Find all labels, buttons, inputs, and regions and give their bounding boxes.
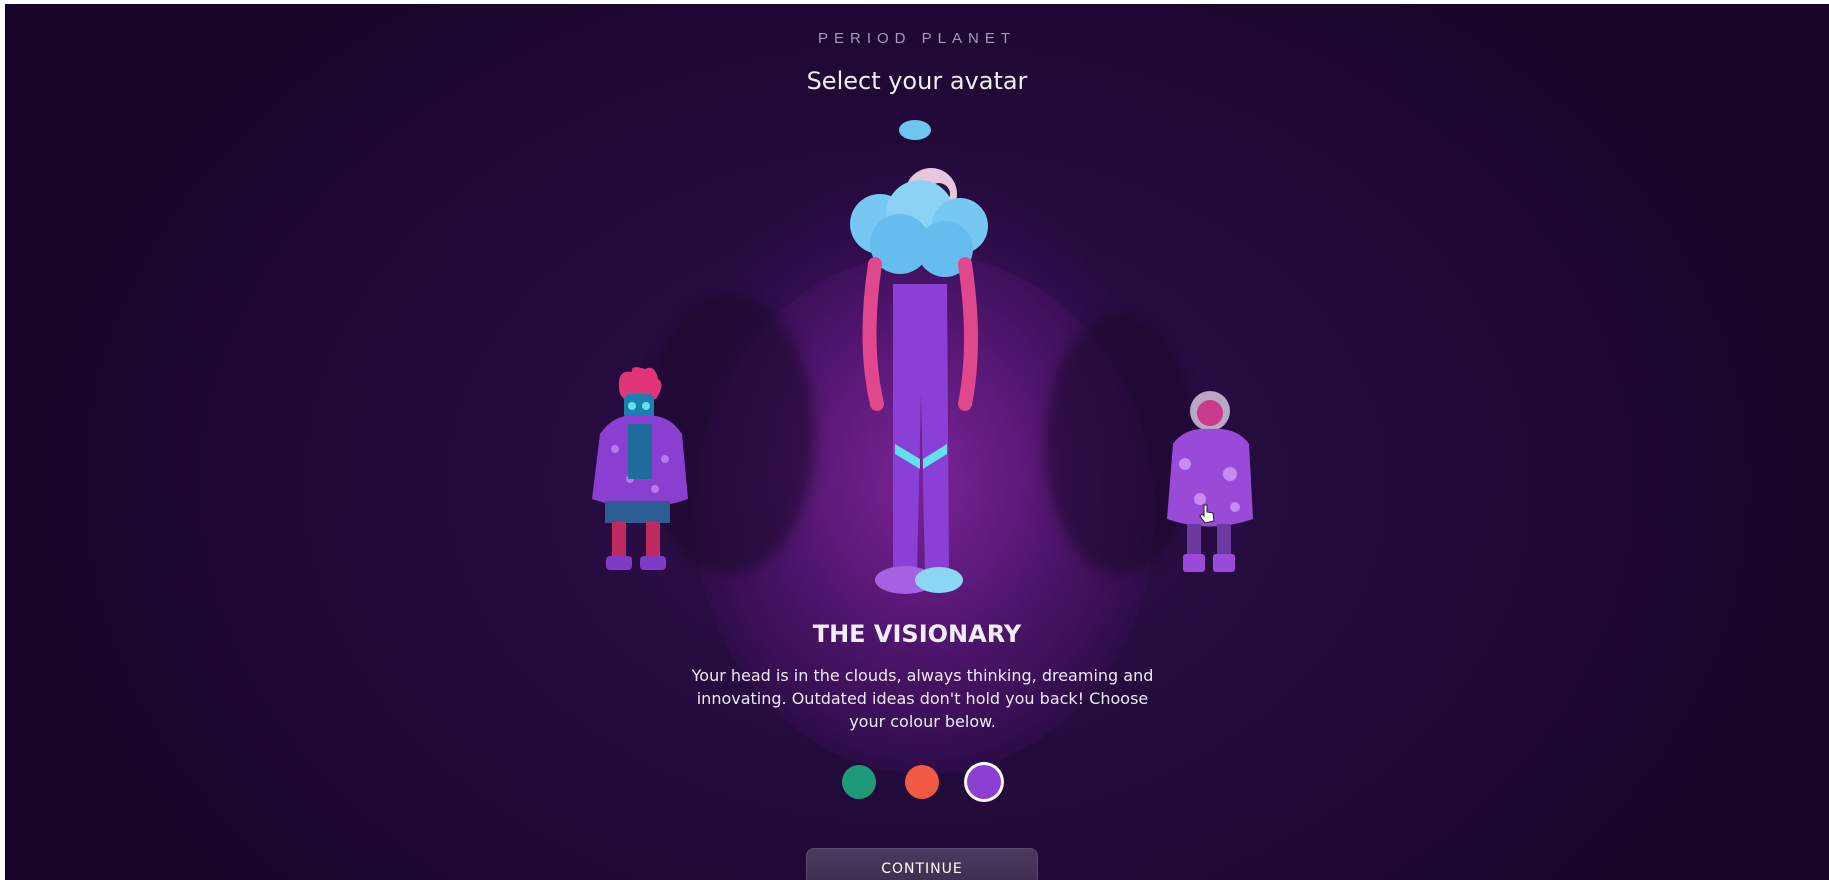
avatar-description: Your head is in the clouds, always think… — [691, 666, 1154, 731]
hand-cursor-icon — [1199, 504, 1215, 524]
avatar-name: THE VISIONARY — [812, 620, 1022, 648]
brand-title: PERIOD PLANET — [817, 30, 1017, 47]
colour-swatch-orange[interactable] — [905, 765, 939, 799]
colour-swatch-purple[interactable] — [967, 765, 1001, 799]
page-title: Select your avatar — [806, 67, 1028, 95]
avatar-cloud-head-icon[interactable] — [835, 114, 1005, 594]
colour-swatch-green[interactable] — [842, 765, 876, 799]
avatar-spiky-hair-icon[interactable] — [570, 364, 700, 579]
avatar-astronaut-icon[interactable] — [1155, 389, 1265, 579]
continue-button[interactable]: CONTINUE — [806, 848, 1038, 880]
game-stage: PERIOD PLANET Select your avatar THE VIS… — [5, 4, 1829, 880]
